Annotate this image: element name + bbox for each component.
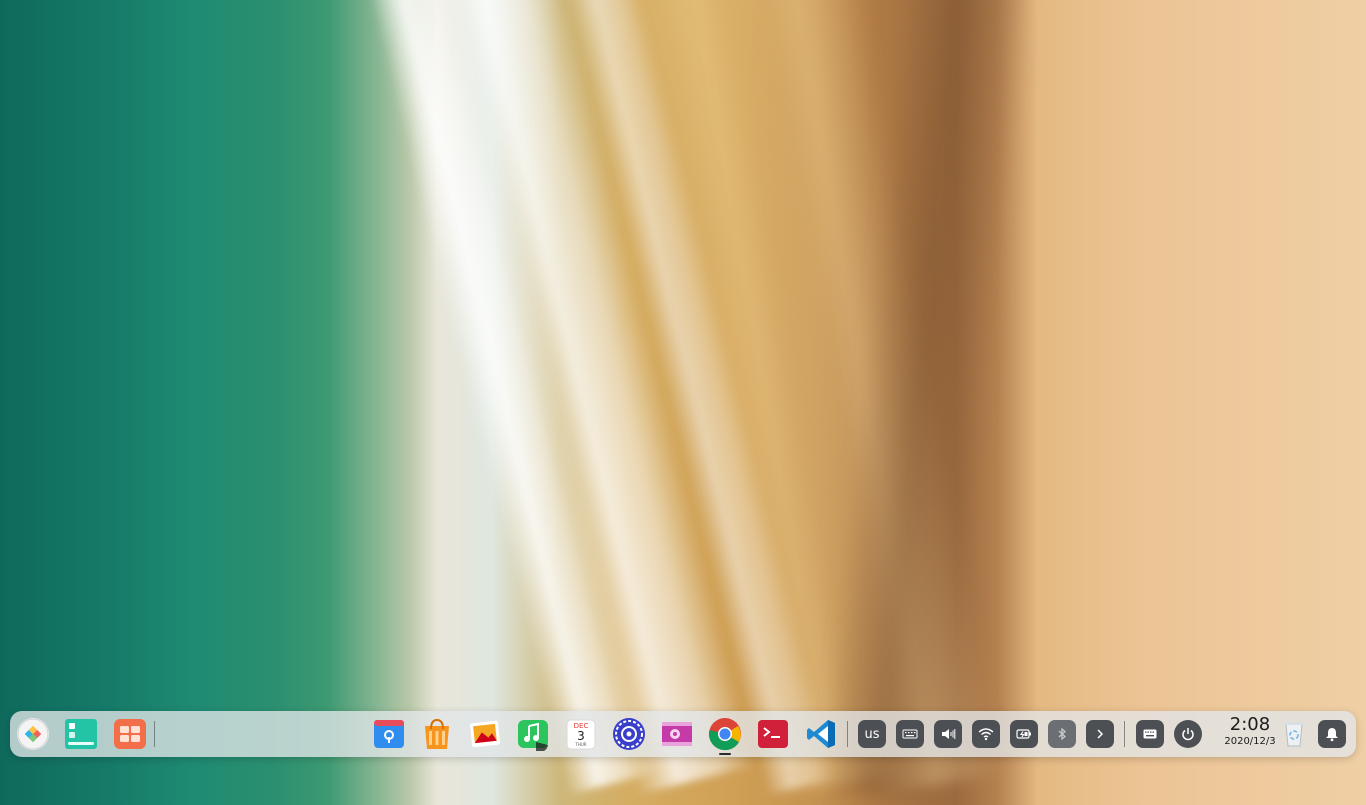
- chrome-icon[interactable]: [708, 717, 742, 751]
- clock-time: 2:08: [1229, 714, 1271, 735]
- dock-separator: [847, 721, 848, 747]
- calendar-day: 3: [577, 729, 585, 743]
- wave-foam: [360, 0, 656, 795]
- music-icon[interactable]: [516, 717, 550, 751]
- movie-icon[interactable]: [660, 717, 694, 751]
- expand-arrow-icon[interactable]: [1086, 720, 1114, 748]
- app-store-icon[interactable]: [420, 717, 454, 751]
- keyboard-layout-label: us: [864, 726, 880, 742]
- launcher-icon[interactable]: [16, 717, 50, 751]
- bluetooth-icon[interactable]: [1048, 720, 1076, 748]
- desktop-wallpaper: [0, 0, 1366, 805]
- dock-separator: [1124, 721, 1125, 747]
- file-manager-icon[interactable]: [372, 717, 406, 751]
- dock-separator: [154, 721, 155, 747]
- wifi-icon[interactable]: [972, 720, 1000, 748]
- calendar-weekday: THUR: [574, 742, 586, 747]
- virtual-keyboard-icon[interactable]: [1136, 720, 1164, 748]
- control-center-icon[interactable]: [612, 717, 646, 751]
- power-icon[interactable]: [1174, 720, 1202, 748]
- battery-icon[interactable]: [1010, 720, 1038, 748]
- terminal-icon[interactable]: [756, 717, 790, 751]
- clock-date: 2020/12/3: [1224, 736, 1276, 747]
- shore-wave: [720, 0, 1004, 798]
- calendar-icon[interactable]: DEC 3 THUR: [564, 717, 598, 751]
- wave-foam: [560, 0, 836, 795]
- vscode-icon[interactable]: [804, 717, 838, 751]
- onscreen-keyboard-icon[interactable]: [896, 720, 924, 748]
- image-viewer-icon[interactable]: [468, 717, 502, 751]
- running-indicator: [719, 753, 731, 755]
- trash-icon[interactable]: [1277, 717, 1311, 751]
- wet-sand-band: [817, 0, 1033, 805]
- keyboard-layout-indicator[interactable]: us: [858, 720, 886, 748]
- app-grid-icon[interactable]: [113, 717, 147, 751]
- multitasking-icon[interactable]: [64, 717, 98, 751]
- wave-foam: [430, 0, 755, 795]
- shore-wave: [620, 0, 904, 798]
- clock[interactable]: 2:08 2020/12/3: [1215, 715, 1285, 748]
- volume-icon[interactable]: [934, 720, 962, 748]
- notification-bell-icon[interactable]: [1318, 720, 1346, 748]
- dock: DEC 3 THUR us 2:08 2020/12/3: [10, 711, 1356, 757]
